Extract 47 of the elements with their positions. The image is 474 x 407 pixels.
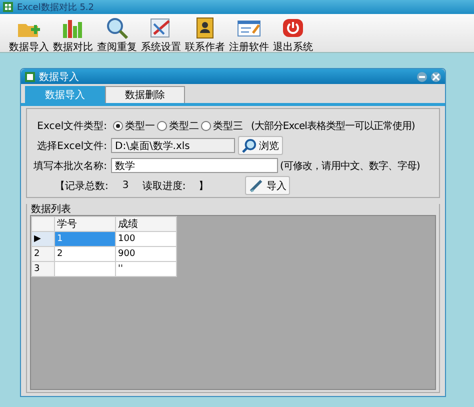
browse-button[interactable]: 浏览	[238, 136, 283, 155]
toolbar-button[interactable]: 数据对比	[52, 14, 94, 52]
row-header[interactable]: 2	[32, 246, 54, 262]
column-header: 学号	[54, 216, 116, 232]
tab[interactable]: 数据删除	[105, 86, 185, 103]
minimize-button[interactable]	[417, 72, 427, 82]
record-count-label: 记录总数:	[65, 180, 108, 192]
field-label: 选择Excel文件:	[36, 140, 108, 152]
toolbar-button[interactable]: 系统设置	[140, 14, 182, 52]
field-label: 填写本批次名称:	[32, 160, 108, 172]
table-cell: 1	[54, 232, 116, 246]
radio-button[interactable]: 类型三	[201, 118, 243, 132]
bracket: 【	[55, 180, 65, 192]
table-cell: 2	[54, 246, 116, 262]
search-icon	[242, 138, 257, 153]
row-header[interactable]: 3	[32, 262, 54, 276]
radio-button[interactable]: 类型二	[157, 118, 199, 132]
toolbar-button[interactable]: 退出系统	[272, 14, 314, 52]
table-cell: ''	[116, 262, 176, 276]
power-icon	[281, 16, 305, 40]
pen-icon	[249, 178, 264, 193]
toolbar-button[interactable]: 联系作者	[184, 14, 226, 52]
field-label: Excel文件类型:	[36, 120, 108, 132]
import-button[interactable]: 导入	[245, 176, 290, 195]
table-cell: 900	[116, 246, 176, 262]
record-count: 3	[121, 180, 130, 191]
toolbar-button[interactable]: 注册软件	[228, 14, 270, 52]
search-icon	[105, 16, 129, 40]
progress-label: 读取进度:	[142, 180, 187, 192]
header-cell	[32, 216, 54, 232]
toolbar-button[interactable]: 查阅重复	[96, 14, 138, 52]
close-icon	[432, 72, 440, 80]
table-cell	[54, 262, 116, 276]
window-title: Excel数据对比 5.2	[17, 2, 94, 14]
hint-text: (大部分Excel表格类型一可以正常使用)	[250, 120, 415, 132]
file-path-field[interactable]: D:\桌面\数学.xls	[111, 138, 235, 153]
batch-name-field[interactable]: 数学	[111, 158, 278, 173]
toolbar-button[interactable]: 数据导入	[8, 14, 50, 52]
dialog-title: 数据导入	[39, 70, 79, 84]
column-header: 成绩	[116, 216, 176, 232]
group-title: 数据列表	[30, 204, 72, 215]
row-header[interactable]: ▶	[32, 232, 54, 246]
table-cell: 100	[116, 232, 176, 246]
radio-button[interactable]: 类型一	[113, 118, 155, 132]
hint-text: (可修改，请用中文、数字、字母)	[279, 160, 420, 172]
bracket: 】	[198, 180, 210, 192]
close-button[interactable]	[431, 72, 441, 82]
